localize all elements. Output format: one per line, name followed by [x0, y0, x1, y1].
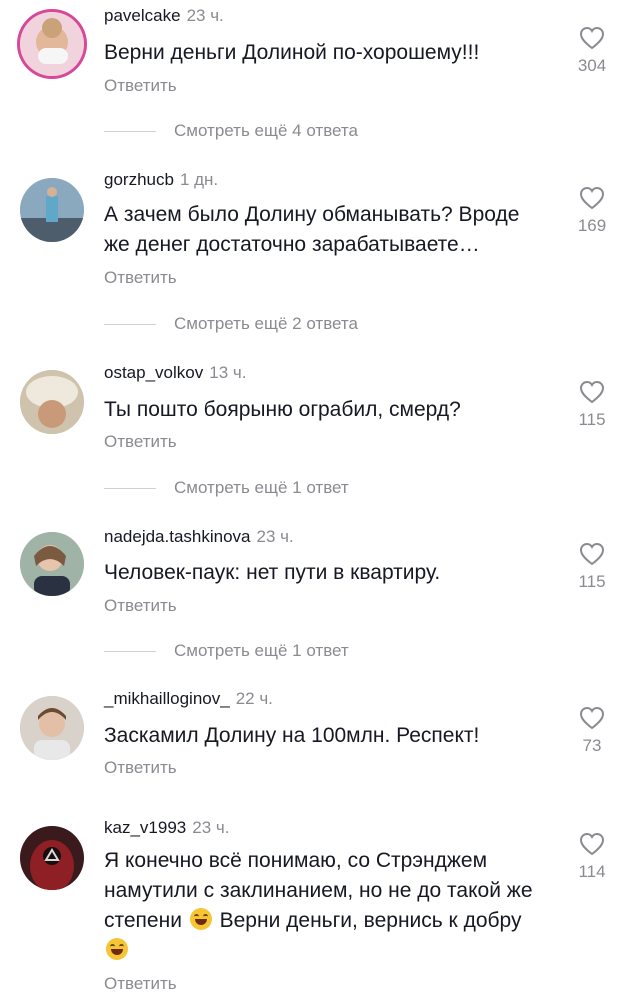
- username[interactable]: gorzhucb: [104, 170, 174, 189]
- comment-text: Заскамил Долину на 100млн. Респект!: [104, 724, 480, 747]
- view-more-replies[interactable]: Смотреть ещё 4 ответа: [104, 121, 358, 141]
- heart-outline-icon: [579, 186, 605, 210]
- heart-outline-icon: [579, 706, 605, 730]
- timestamp: 23 ч.: [186, 6, 224, 25]
- username[interactable]: _mikhailloginov_: [104, 689, 230, 708]
- view-more-label: Смотреть ещё 1 ответ: [174, 478, 349, 497]
- username[interactable]: ostap_volkov: [104, 363, 203, 382]
- timestamp: 22 ч.: [235, 689, 273, 708]
- view-more-label: Смотреть ещё 2 ответа: [174, 314, 358, 333]
- view-more-label: Смотреть ещё 1 ответ: [174, 641, 349, 660]
- username[interactable]: kaz_v1993: [104, 818, 186, 837]
- like-button[interactable]: 115: [568, 542, 616, 592]
- like-count: 114: [578, 862, 606, 881]
- comment-text: Верни деньги Долиной по-хорошему!!!: [104, 41, 480, 64]
- avatar[interactable]: [20, 370, 84, 434]
- rolling-on-floor-laughing-emoji-icon: [189, 908, 212, 930]
- reply-button[interactable]: Ответить: [104, 596, 177, 616]
- comment-meta: gorzhucb 1 дн.: [104, 170, 218, 190]
- comment-meta: kaz_v1993 23 ч.: [104, 818, 229, 838]
- view-more-replies[interactable]: Смотреть ещё 1 ответ: [104, 641, 349, 661]
- reply-button[interactable]: Ответить: [104, 76, 177, 96]
- comment-text: Ты пошто боярыню ограбил, смерд?: [104, 398, 461, 421]
- avatar[interactable]: [20, 826, 84, 890]
- like-button[interactable]: 73: [568, 706, 616, 756]
- avatar[interactable]: [20, 12, 84, 76]
- avatar[interactable]: [20, 178, 84, 242]
- tears-of-joy-emoji-icon: [106, 938, 128, 960]
- heart-outline-icon: [579, 832, 605, 856]
- timestamp: 1 дн.: [179, 170, 219, 189]
- like-count: 304: [577, 56, 607, 75]
- divider: [104, 323, 156, 325]
- comment-text-part: Верни деньги, вернись к добру: [213, 909, 522, 932]
- comment-meta: pavelcake 23 ч.: [104, 6, 224, 26]
- like-button[interactable]: 114: [568, 832, 616, 882]
- divider: [104, 487, 156, 489]
- divider: [104, 650, 156, 652]
- heart-outline-icon: [579, 542, 605, 566]
- view-more-replies[interactable]: Смотреть ещё 1 ответ: [104, 478, 349, 498]
- timestamp: 13 ч.: [209, 363, 247, 382]
- reply-button[interactable]: Ответить: [104, 432, 177, 452]
- comment-meta: ostap_volkov 13 ч.: [104, 363, 246, 383]
- timestamp: 23 ч.: [192, 818, 230, 837]
- comment-meta: _mikhailloginov_ 22 ч.: [104, 689, 273, 709]
- comment-meta: nadejda.tashkinova 23 ч.: [104, 527, 294, 547]
- avatar[interactable]: [20, 696, 84, 760]
- reply-button[interactable]: Ответить: [104, 268, 177, 288]
- heart-outline-icon: [579, 380, 605, 404]
- like-button[interactable]: 169: [568, 186, 616, 236]
- like-count: 73: [582, 736, 602, 755]
- like-button[interactable]: 304: [568, 26, 616, 76]
- divider: [104, 130, 156, 132]
- reply-button[interactable]: Ответить: [104, 758, 177, 778]
- view-more-label: Смотреть ещё 4 ответа: [174, 121, 358, 140]
- username[interactable]: nadejda.tashkinova: [104, 527, 251, 546]
- heart-outline-icon: [579, 26, 605, 50]
- comment-text: Я конечно всё понимаю, со Стрэнджем наму…: [104, 846, 544, 966]
- view-more-replies[interactable]: Смотреть ещё 2 ответа: [104, 314, 358, 334]
- username[interactable]: pavelcake: [104, 6, 181, 25]
- like-count: 115: [578, 572, 606, 591]
- comment-text: А зачем было Долину обманывать? Вроде же…: [104, 203, 520, 256]
- reply-button[interactable]: Ответить: [104, 974, 177, 994]
- like-button[interactable]: 115: [568, 380, 616, 430]
- timestamp: 23 ч.: [256, 527, 294, 546]
- like-count: 169: [577, 216, 607, 235]
- like-count: 115: [578, 410, 606, 429]
- avatar[interactable]: [20, 532, 84, 596]
- comment-text: Человек-паук: нет пути в квартиру.: [104, 561, 441, 584]
